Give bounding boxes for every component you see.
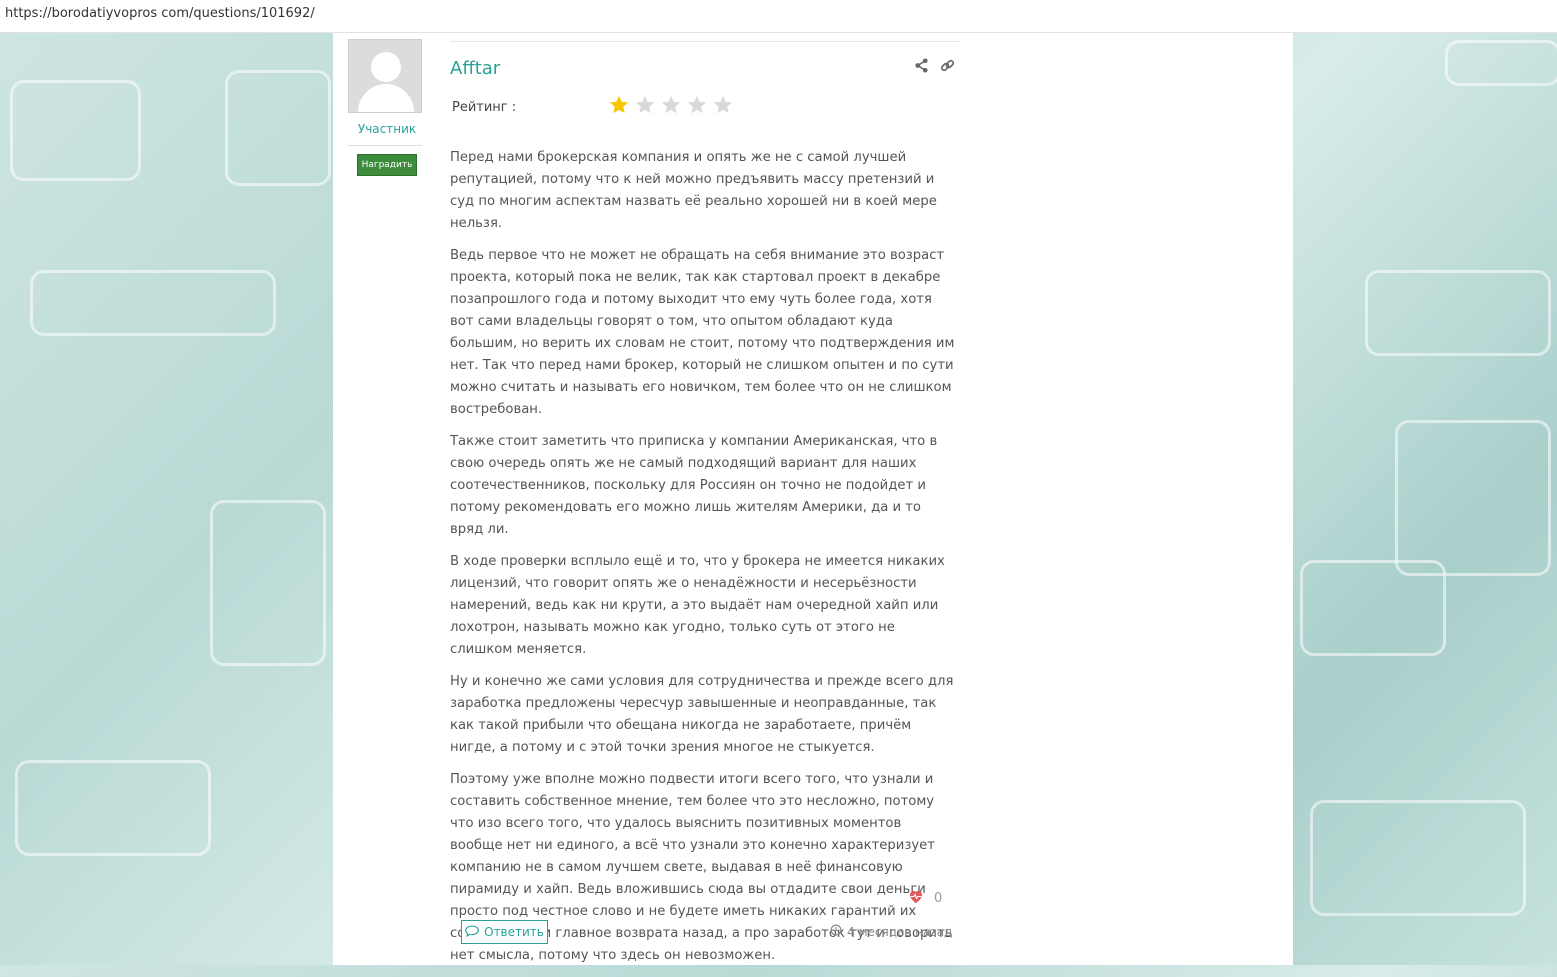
award-button[interactable]: Наградить: [357, 154, 417, 176]
rating-stars[interactable]: [608, 94, 734, 116]
comment-icon: [465, 925, 479, 940]
star-icon[interactable]: [712, 94, 734, 116]
answer-text: Перед нами брокерская компания и опять ж…: [450, 147, 955, 977]
answer-paragraph: Также стоит заметить что приписка у комп…: [450, 434, 938, 537]
divider: [348, 145, 422, 146]
avatar[interactable]: [348, 39, 422, 113]
like-control[interactable]: 0: [908, 889, 942, 908]
url-text[interactable]: https://borodatiyvopros com/questions/10…: [5, 6, 315, 21]
answer-paragraph: В ходе проверки всплыло ещё и то, что у …: [450, 554, 945, 657]
question-answer-card: Участник Наградить Afftar Рейтинг : Пере…: [333, 33, 1293, 965]
author-sidebar: Участник Наградить: [348, 39, 426, 176]
divider: [450, 41, 961, 42]
star-icon[interactable]: [608, 94, 630, 116]
share-icon[interactable]: [914, 58, 929, 77]
link-icon[interactable]: [940, 58, 955, 77]
star-icon[interactable]: [660, 94, 682, 116]
answer-paragraph: Ведь первое что не может не обращать на …: [450, 248, 955, 417]
time-text: 4 месяцев назад: [847, 924, 953, 939]
post-timestamp: 4 месяцев назад: [830, 924, 952, 939]
browser-address-bar[interactable]: https://borodatiyvopros com/questions/10…: [0, 0, 1557, 33]
likes-count: 0: [934, 891, 943, 906]
star-icon[interactable]: [686, 94, 708, 116]
rating-label: Рейтинг :: [452, 100, 517, 115]
heartbeat-icon[interactable]: [908, 889, 924, 908]
user-role: Участник: [357, 122, 417, 136]
clock-icon: [830, 924, 842, 939]
answer-paragraph: Ну и конечно же сами условия для сотрудн…: [450, 674, 954, 755]
answer-paragraph: Перед нами брокерская компания и опять ж…: [450, 150, 937, 231]
star-icon[interactable]: [634, 94, 656, 116]
reply-label: Ответить: [484, 925, 544, 939]
post-tools: [908, 58, 955, 77]
reply-button[interactable]: Ответить: [461, 920, 548, 944]
author-name[interactable]: Afftar: [450, 58, 500, 79]
